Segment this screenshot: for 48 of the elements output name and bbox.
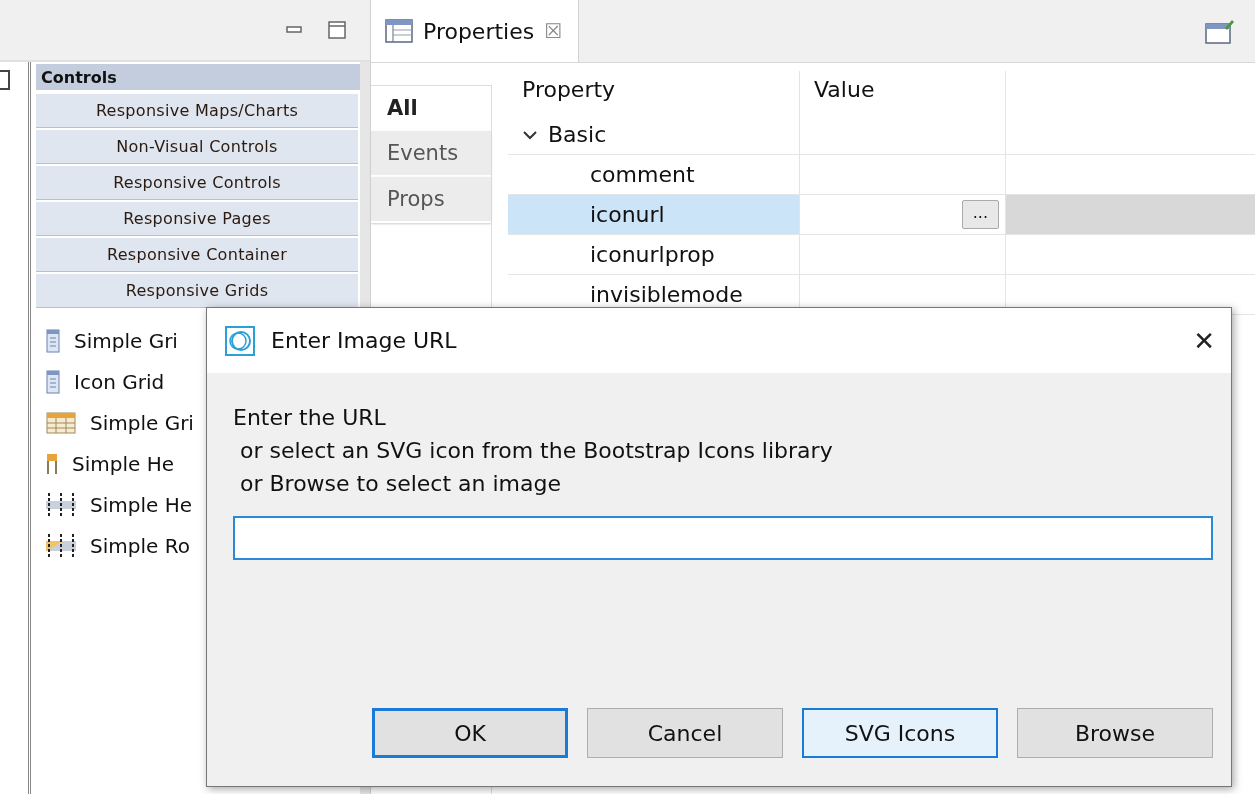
property-name[interactable]: iconurl xyxy=(508,202,665,227)
close-tab-button[interactable]: ☒ xyxy=(544,19,563,43)
browse-button[interactable]: ... xyxy=(961,200,999,229)
side-tab[interactable]: Props xyxy=(371,177,491,223)
form-icon xyxy=(46,370,60,394)
dialog-title: Enter Image URL xyxy=(271,328,458,353)
side-tab[interactable]: Events xyxy=(371,131,491,177)
property-name[interactable]: comment xyxy=(508,162,695,187)
panel-button-icon[interactable] xyxy=(0,70,10,90)
palette-item[interactable]: Icon Grid xyxy=(74,370,165,394)
column-header: Property xyxy=(508,71,800,115)
palette-category[interactable]: Responsive Maps/Charts xyxy=(36,94,358,128)
row-icon xyxy=(46,534,76,558)
url-input-field[interactable] xyxy=(233,516,1213,560)
header-rows-icon xyxy=(46,493,76,517)
palette-category[interactable]: Responsive Controls xyxy=(36,166,358,200)
dialog-message: or Browse to select an image xyxy=(239,470,562,498)
property-name[interactable]: iconurlprop xyxy=(508,242,715,267)
maximize-icon[interactable] xyxy=(328,21,346,39)
palette-category[interactable]: Non-Visual Controls xyxy=(36,130,358,164)
chevron-icon[interactable] xyxy=(522,129,538,140)
form-icon xyxy=(46,329,60,353)
palette-category[interactable]: Responsive Pages xyxy=(36,202,358,236)
app-logo-icon xyxy=(225,325,255,356)
dialog-button[interactable]: Cancel xyxy=(587,708,783,758)
palette-category[interactable]: Responsive Grids xyxy=(36,274,358,308)
palette-item[interactable]: Simple He xyxy=(90,493,192,517)
minimize-icon[interactable] xyxy=(286,26,302,34)
table-icon xyxy=(385,19,413,43)
dialog-button[interactable]: SVG Icons xyxy=(802,708,998,758)
palette-item[interactable]: Simple Ro xyxy=(90,534,190,558)
palette-item[interactable]: Simple Gri xyxy=(74,329,178,353)
group-label[interactable]: Basic xyxy=(548,122,607,147)
properties-tab[interactable]: Properties ☒ xyxy=(371,0,580,62)
window-pin-icon[interactable] xyxy=(1205,18,1235,44)
palette-category[interactable]: Responsive Container xyxy=(36,238,358,272)
header-icon xyxy=(46,453,58,475)
palette-header: Controls xyxy=(36,64,360,92)
dialog-message: Enter the URL xyxy=(233,404,387,432)
close-button[interactable]: ✕ xyxy=(1193,325,1215,356)
dialog-button[interactable]: Browse xyxy=(1017,708,1213,758)
palette-item[interactable]: Simple He xyxy=(72,452,174,476)
palette-item[interactable]: Simple Gri xyxy=(90,411,194,435)
table-icon xyxy=(46,412,76,434)
column-header: Value xyxy=(800,71,1006,115)
dialog-message: or select an SVG icon from the Bootstrap Icons library xyxy=(239,437,834,465)
property-name[interactable]: invisiblemode xyxy=(508,282,743,307)
dialog-button[interactable]: OK xyxy=(372,708,568,758)
